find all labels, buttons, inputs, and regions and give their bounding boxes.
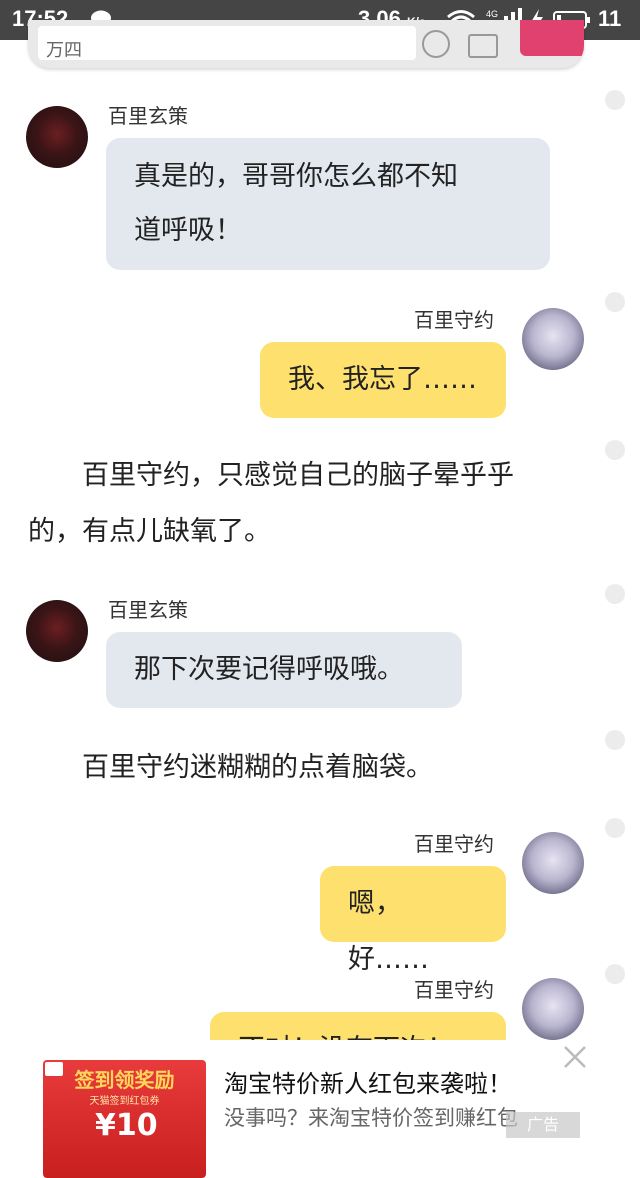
- comment-dot[interactable]: [605, 90, 625, 110]
- battery-level: 11: [598, 6, 622, 31]
- narration-text: 百里守约迷糊糊的点着脑袋。: [28, 740, 588, 796]
- sender-name: 百里守约: [414, 978, 494, 1002]
- comment-dot[interactable]: [605, 730, 625, 750]
- chat-bubble: 嗯，好……: [320, 866, 506, 975]
- ad-banner[interactable]: 签到领奖励 天猫签到红包券 ¥10 淘宝特价新人红包来袭啦！ 没事吗？来淘宝特价…: [0, 1040, 640, 1178]
- ad-title[interactable]: 淘宝特价新人红包来袭啦！: [224, 1064, 512, 1099]
- narration-line: 百里守约，只感觉自己的脑子晕乎乎: [28, 460, 514, 491]
- ad-image[interactable]: 签到领奖励 天猫签到红包券 ¥10: [43, 1060, 206, 1178]
- sender-name: 百里守约: [414, 832, 494, 856]
- ad-image-subtitle: 天猫签到红包券: [89, 1096, 160, 1107]
- clock-icon[interactable]: [422, 30, 450, 58]
- avatar[interactable]: [522, 832, 584, 894]
- close-icon[interactable]: [560, 1042, 590, 1072]
- bubble-line: 嗯，好……: [348, 888, 429, 975]
- screen-icon[interactable]: [468, 34, 498, 58]
- search-button[interactable]: [520, 20, 584, 56]
- bubble-line: 真是的，哥哥你怎么都不知: [134, 161, 458, 192]
- bubble-line: 我、我忘了……: [288, 364, 477, 395]
- narration-line: 百里守约迷糊糊的点着脑袋。: [28, 752, 433, 783]
- bubble-line: 那下次要记得呼吸哦。: [134, 654, 404, 685]
- comment-dot[interactable]: [605, 440, 625, 460]
- sender-name: 百里玄策: [108, 104, 188, 128]
- ad-label: 广告: [506, 1112, 580, 1138]
- avatar[interactable]: [26, 600, 88, 662]
- narration-text: 百里守约，只感觉自己的脑子晕乎乎 的，有点儿缺氧了。: [28, 448, 588, 560]
- network-type-label: 4G: [486, 9, 498, 19]
- search-input[interactable]: 万四: [38, 26, 416, 60]
- sender-name: 百里玄策: [108, 598, 188, 622]
- comment-dot[interactable]: [605, 292, 625, 312]
- chat-bubble: 真是的，哥哥你怎么都不知 道呼吸！: [106, 138, 550, 270]
- ad-image-title: 签到领奖励: [74, 1068, 175, 1092]
- sender-name: 百里守约: [414, 308, 494, 332]
- comment-dot[interactable]: [605, 818, 625, 838]
- chat-bubble: 我、我忘了……: [260, 342, 506, 418]
- avatar[interactable]: [522, 308, 584, 370]
- narration-line: 的，有点儿缺氧了。: [28, 516, 271, 547]
- bubble-line: 道呼吸！: [134, 215, 242, 246]
- ad-description[interactable]: 没事吗？来淘宝特价签到赚红包: [224, 1102, 518, 1132]
- comment-dot[interactable]: [605, 964, 625, 984]
- avatar[interactable]: [522, 978, 584, 1040]
- comment-dot[interactable]: [605, 584, 625, 604]
- avatar[interactable]: [26, 106, 88, 168]
- chat-bubble: 那下次要记得呼吸哦。: [106, 632, 462, 708]
- top-search-bar: 万四: [28, 20, 584, 68]
